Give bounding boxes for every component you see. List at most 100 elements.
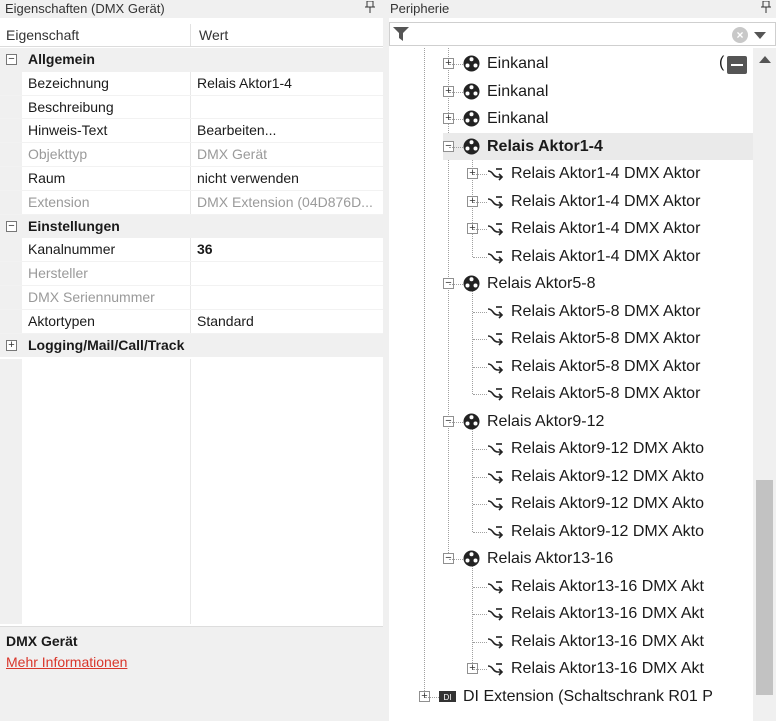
collapse-icon[interactable] xyxy=(727,56,747,74)
property-row[interactable]: Kanalnummer 36 xyxy=(0,238,383,263)
column-header-property[interactable]: Eigenschaft xyxy=(6,27,79,43)
tree-node[interactable]: Relais Aktor5-8 DMX Aktor xyxy=(467,353,753,380)
tree-node-label: Relais Aktor1-4 DMX Aktor xyxy=(511,220,701,237)
property-value[interactable]: nicht verwenden xyxy=(197,167,379,190)
collapse-icon[interactable]: − xyxy=(6,54,17,65)
relay-switch-icon xyxy=(487,525,504,539)
scroll-up-icon[interactable] xyxy=(759,56,771,63)
property-grid: − Allgemein Bezeichnung Relais Aktor1-4 Besc… xyxy=(0,48,383,358)
svg-text:DI: DI xyxy=(444,693,452,702)
property-value[interactable]: 36 xyxy=(197,238,379,261)
tree-node[interactable]: Relais Aktor5-8 DMX Aktor xyxy=(467,298,753,325)
expand-icon[interactable]: + xyxy=(6,339,17,351)
scrollbar-thumb[interactable] xyxy=(756,480,773,695)
relay-switch-icon xyxy=(487,250,504,264)
relay-switch-icon xyxy=(487,608,504,621)
tree-node[interactable]: Relais Aktor9-12 DMX Akto xyxy=(467,490,753,517)
tree-node-label: Einkanal xyxy=(487,110,549,127)
clear-filter-icon[interactable]: × xyxy=(732,27,748,43)
pin-icon[interactable] xyxy=(365,0,375,16)
tree-node-label: Relais Aktor13-16 DMX Akt xyxy=(511,632,704,650)
property-row[interactable]: Bezeichnung Relais Aktor1-4 xyxy=(0,71,383,96)
relay-switch-icon xyxy=(487,168,504,181)
filter-bar[interactable]: × xyxy=(389,22,776,46)
dmx-device-icon xyxy=(463,550,480,567)
tree-node[interactable]: + Relais Aktor13-16 DMX Akt xyxy=(467,655,753,682)
property-row[interactable]: Hersteller xyxy=(0,262,383,286)
tree-node[interactable]: Relais Aktor13-16 DMX Akt xyxy=(467,628,753,655)
tree-node-label: DI Extension (Schaltschrank R01 P xyxy=(463,687,713,705)
property-row[interactable]: Hinweis-Text Bearbeiten... xyxy=(0,119,383,144)
peripherals-pane: Peripherie × + Einkanal + Einkanal + Einkanal… xyxy=(389,0,776,721)
tree-node[interactable]: − Relais Aktor13-16 xyxy=(443,545,753,572)
relay-switch-icon xyxy=(487,498,504,511)
tree-node[interactable]: Relais Aktor13-16 DMX Akt xyxy=(467,600,753,627)
help-panel: DMX Gerät Mehr Informationen xyxy=(0,626,383,721)
tree-node-label: Relais Aktor9-12 DMX Akto xyxy=(511,467,704,485)
property-value[interactable]: Bearbeiten... xyxy=(197,119,379,142)
property-row[interactable]: Aktortypen Standard xyxy=(0,309,383,334)
tree-node[interactable]: Relais Aktor5-8 DMX Aktor xyxy=(467,380,753,407)
filter-icon[interactable] xyxy=(393,27,409,41)
relay-switch-icon xyxy=(487,305,504,319)
collapse-icon[interactable]: − xyxy=(6,220,17,232)
relay-switch-icon xyxy=(487,388,504,401)
property-category[interactable]: + Logging/Mail/Call/Track xyxy=(0,333,383,358)
property-category[interactable]: − Einstellungen xyxy=(0,214,383,239)
relay-switch-icon xyxy=(487,223,504,236)
tree-node[interactable]: + DI DI Extension (Schaltschrank R01 P xyxy=(419,683,753,710)
tree-node-label: Relais Aktor5-8 DMX Aktor xyxy=(511,385,701,402)
chevron-down-icon[interactable] xyxy=(754,32,766,39)
property-row[interactable]: Extension DMX Extension (04D876D... xyxy=(0,190,383,215)
tree-node-label: Relais Aktor9-12 DMX Akto xyxy=(511,440,704,457)
vertical-scrollbar[interactable] xyxy=(753,48,776,721)
properties-pane-title: Eigenschaften (DMX Gerät) xyxy=(0,0,383,18)
property-category[interactable]: − Allgemein xyxy=(0,48,383,72)
property-value: DMX Gerät xyxy=(197,146,268,163)
tree-node[interactable]: + Relais Aktor1-4 DMX Aktor xyxy=(467,160,753,187)
di-extension-icon: DI xyxy=(439,690,456,702)
tree-node[interactable]: Relais Aktor13-16 DMX Akt xyxy=(467,573,753,600)
relay-switch-icon xyxy=(487,470,504,484)
peripherals-tree: + Einkanal + Einkanal + Einkanal − Relais Aktor… xyxy=(389,48,753,721)
tree-node-label: Relais Aktor5-8 DMX Aktor xyxy=(511,302,701,320)
tree-node[interactable]: − Relais Aktor9-12 xyxy=(443,408,753,435)
dmx-device-icon xyxy=(463,83,480,99)
property-row[interactable]: Raum nicht verwenden xyxy=(0,166,383,191)
tree-node[interactable]: + Einkanal xyxy=(443,105,753,132)
property-name: Raum xyxy=(28,169,66,186)
tree-node[interactable]: + Relais Aktor1-4 DMX Aktor xyxy=(467,215,753,242)
column-header-value[interactable]: Wert xyxy=(199,27,228,43)
property-name: Allgemein xyxy=(28,51,95,67)
tree-node[interactable]: + Einkanal xyxy=(443,50,753,77)
property-row[interactable]: Objekttyp DMX Gerät xyxy=(0,143,383,167)
property-name: DMX Seriennummer xyxy=(28,288,155,305)
peripherals-pane-title: Peripherie xyxy=(389,0,776,18)
property-value[interactable]: Relais Aktor1-4 xyxy=(197,72,379,95)
tree-node[interactable]: − Relais Aktor1-4 xyxy=(443,132,753,160)
dmx-device-icon xyxy=(463,413,480,429)
property-row[interactable]: DMX Seriennummer xyxy=(0,285,383,310)
dmx-device-icon xyxy=(463,275,480,292)
tree-node-label: Relais Aktor9-12 xyxy=(487,412,605,430)
tree-node[interactable]: Relais Aktor9-12 DMX Akto xyxy=(467,435,753,462)
pin-icon[interactable] xyxy=(761,0,771,16)
tree-node[interactable]: Relais Aktor9-12 DMX Akto xyxy=(467,518,753,545)
property-value[interactable]: Standard xyxy=(197,310,379,333)
property-row[interactable]: Beschreibung xyxy=(0,95,383,120)
tree-node[interactable]: + Einkanal xyxy=(443,78,753,105)
tree-node[interactable]: Relais Aktor9-12 DMX Akto xyxy=(467,463,753,490)
dmx-device-icon xyxy=(463,55,480,72)
tree-node[interactable]: Relais Aktor5-8 DMX Aktor xyxy=(467,325,753,352)
relay-switch-icon xyxy=(487,195,504,209)
tree-node[interactable]: Relais Aktor1-4 DMX Aktor xyxy=(467,243,753,270)
more-info-link[interactable]: Mehr Informationen xyxy=(6,654,127,670)
tree-node[interactable]: − Relais Aktor5-8 xyxy=(443,270,753,297)
tree-node-label: Relais Aktor1-4 DMX Aktor xyxy=(511,247,701,265)
tree-node-label: Relais Aktor13-16 DMX Akt xyxy=(511,660,704,677)
tree-node-label: Relais Aktor5-8 DMX Aktor xyxy=(511,357,701,375)
property-grid-header: Eigenschaft Wert xyxy=(0,22,383,47)
help-title: DMX Gerät xyxy=(6,633,78,649)
tree-node-label: Relais Aktor5-8 DMX Aktor xyxy=(511,330,701,347)
tree-node[interactable]: + Relais Aktor1-4 DMX Aktor xyxy=(467,188,753,215)
